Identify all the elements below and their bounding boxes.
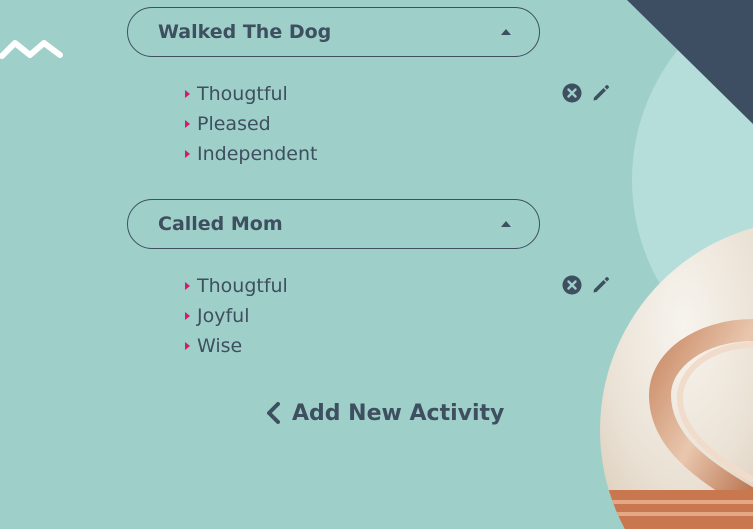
activity-header-called-mom[interactable]: Called Mom xyxy=(127,199,540,249)
emotion-label: Thougtful xyxy=(197,275,288,297)
bullet-icon xyxy=(185,282,190,290)
activity-title: Called Mom xyxy=(158,213,283,235)
bullet-icon xyxy=(185,150,190,158)
edit-icon[interactable] xyxy=(591,275,611,295)
activity-header-walked-the-dog[interactable]: Walked The Dog xyxy=(127,7,540,57)
emotion-label: Independent xyxy=(197,143,318,165)
list-item: Wise xyxy=(185,331,288,361)
add-new-activity-button[interactable]: Add New Activity xyxy=(265,397,504,429)
list-item: Independent xyxy=(185,139,317,169)
activity-title: Walked The Dog xyxy=(158,21,332,43)
bullet-icon xyxy=(185,90,190,98)
bullet-icon xyxy=(185,312,190,320)
bullet-icon xyxy=(185,120,190,128)
list-item: Thougtful xyxy=(185,271,288,301)
list-item: Thougtful xyxy=(185,79,317,109)
caret-up-icon[interactable] xyxy=(501,29,511,35)
chevron-left-icon xyxy=(267,402,280,424)
delete-icon[interactable] xyxy=(562,83,582,103)
background-decoration xyxy=(0,0,753,529)
list-item: Joyful xyxy=(185,301,288,331)
caret-up-icon[interactable] xyxy=(501,221,511,227)
activity-actions xyxy=(562,275,611,295)
delete-icon[interactable] xyxy=(562,275,582,295)
edit-icon[interactable] xyxy=(591,83,611,103)
emotion-label: Thougtful xyxy=(197,83,288,105)
activity-actions xyxy=(562,83,611,103)
emotion-list: Thougtful Pleased Independent xyxy=(185,79,317,169)
bullet-icon xyxy=(185,342,190,350)
add-new-activity-label: Add New Activity xyxy=(292,400,505,426)
emotion-label: Joyful xyxy=(197,305,250,327)
emotion-list: Thougtful Joyful Wise xyxy=(185,271,288,361)
emotion-label: Wise xyxy=(197,335,243,357)
zigzag-icon xyxy=(0,40,63,59)
list-item: Pleased xyxy=(185,109,317,139)
emotion-label: Pleased xyxy=(197,113,271,135)
